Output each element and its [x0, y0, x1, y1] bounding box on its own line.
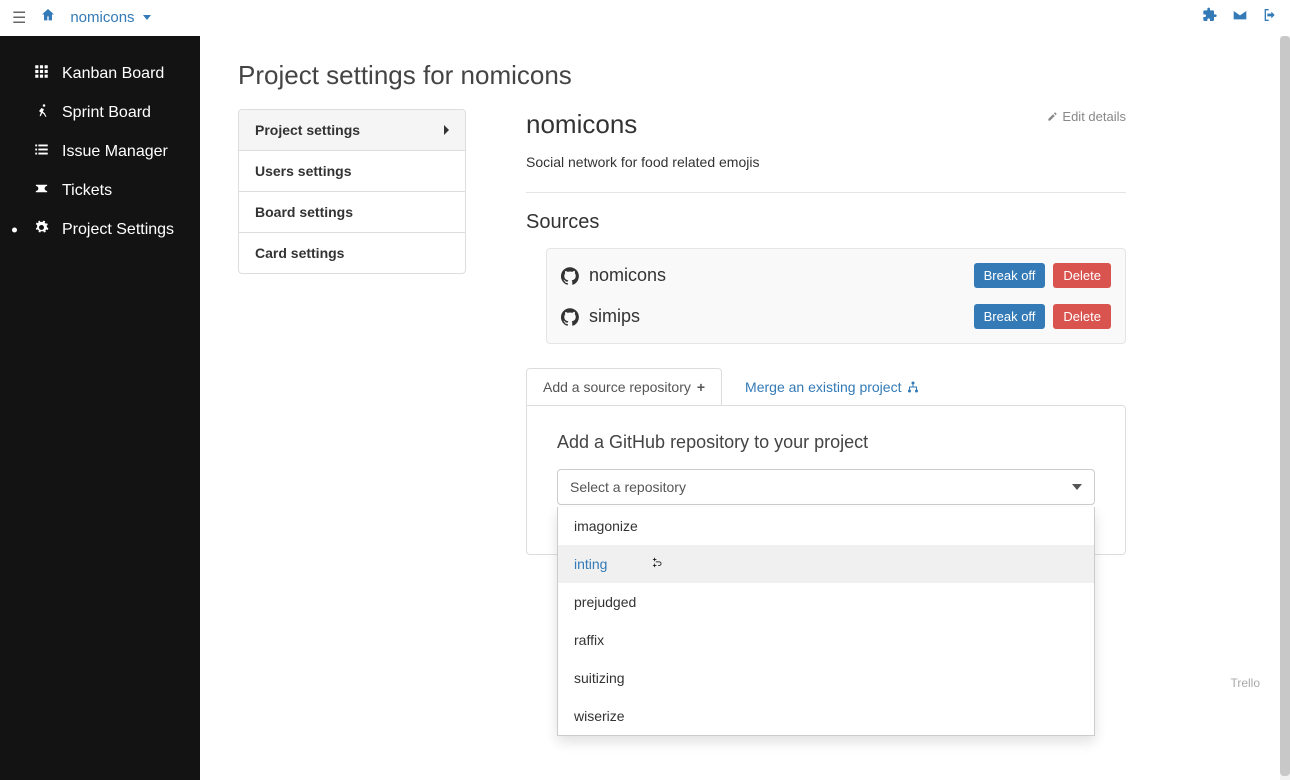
sidebar: Kanban Board Sprint Board Issue Manager …: [0, 36, 200, 780]
runner-icon: [32, 103, 50, 122]
break-off-button[interactable]: Break off: [974, 263, 1046, 288]
option-label: imagonize: [574, 518, 638, 534]
sidebar-label: Kanban Board: [62, 65, 164, 83]
tabbar: Add a source repository + Merge an exist…: [526, 368, 1126, 405]
dropdown-option[interactable]: prejudged: [558, 583, 1094, 621]
chevron-right-icon: [444, 125, 449, 135]
select-placeholder: Select a repository: [570, 479, 686, 495]
add-source-panel: Add a GitHub repository to your project …: [526, 405, 1126, 555]
menu-item-label: Board settings: [255, 204, 353, 220]
details-column: nomicons Edit details Social network for…: [526, 109, 1126, 555]
menu-item-label: Card settings: [255, 245, 344, 261]
content-row: Project settings Users settings Board se…: [238, 109, 1252, 555]
layout: Kanban Board Sprint Board Issue Manager …: [0, 36, 1290, 780]
edit-details-link[interactable]: Edit details: [1047, 109, 1126, 124]
project-name: nomicons: [526, 109, 637, 140]
dropdown-option[interactable]: wiserize: [558, 697, 1094, 735]
source-actions: Break off Delete: [974, 304, 1111, 329]
source-name: nomicons: [589, 265, 666, 286]
sidebar-item-tickets[interactable]: Tickets: [0, 171, 200, 210]
divider: [526, 192, 1126, 193]
source-row: simips Break off Delete: [547, 296, 1125, 337]
github-icon: [561, 308, 579, 326]
settings-menu: Project settings Users settings Board se…: [238, 109, 466, 274]
menu-item-users-settings[interactable]: Users settings: [239, 151, 465, 192]
breadcrumb-label: nomicons: [70, 9, 134, 26]
tab-merge-project[interactable]: Merge an existing project: [728, 368, 936, 405]
menu-item-project-settings[interactable]: Project settings: [239, 110, 465, 151]
source-row: nomicons Break off Delete: [547, 255, 1125, 296]
sidebar-label: Project Settings: [62, 221, 174, 239]
tab-label: Merge an existing project: [745, 379, 901, 395]
chevron-down-icon: [1072, 484, 1082, 490]
option-label: suitizing: [574, 670, 625, 686]
dropdown-option[interactable]: inting: [558, 545, 1094, 583]
sidebar-label: Issue Manager: [62, 143, 168, 161]
source-actions: Break off Delete: [974, 263, 1111, 288]
dropdown-option[interactable]: imagonize: [558, 507, 1094, 545]
menu-item-card-settings[interactable]: Card settings: [239, 233, 465, 273]
option-label: inting: [574, 556, 607, 572]
page-title: Project settings for nomicons: [238, 60, 1252, 91]
pencil-icon: [1047, 111, 1058, 122]
tab-label: Add a source repository: [543, 379, 691, 395]
sidebar-item-project-settings[interactable]: Project Settings: [0, 210, 200, 249]
topbar-left: ☰ nomicons: [12, 7, 151, 28]
repo-select-wrap: Select a repository imagonize inting pre…: [557, 469, 1095, 505]
scrollbar-thumb[interactable]: [1280, 36, 1290, 776]
plus-icon: +: [697, 379, 705, 395]
menu-item-label: Users settings: [255, 163, 351, 179]
menu-item-label: Project settings: [255, 122, 360, 138]
sidebar-item-kanban[interactable]: Kanban Board: [0, 54, 200, 93]
topbar-right: [1202, 7, 1278, 28]
dropdown-option[interactable]: raffix: [558, 621, 1094, 659]
project-breadcrumb[interactable]: nomicons: [70, 9, 150, 26]
menu-item-board-settings[interactable]: Board settings: [239, 192, 465, 233]
option-label: wiserize: [574, 708, 625, 724]
option-label: prejudged: [574, 594, 636, 610]
option-label: raffix: [574, 632, 604, 648]
source-left: nomicons: [561, 265, 666, 286]
scrollbar-track[interactable]: [1280, 36, 1290, 780]
github-icon: [561, 267, 579, 285]
repo-select[interactable]: Select a repository: [557, 469, 1095, 505]
caret-down-icon: [143, 15, 151, 20]
delete-button[interactable]: Delete: [1053, 304, 1111, 329]
project-header: nomicons Edit details: [526, 109, 1126, 140]
panel-heading: Add a GitHub repository to your project: [557, 432, 1095, 453]
list-icon: [32, 142, 50, 161]
topbar: ☰ nomicons: [0, 0, 1290, 36]
sidebar-item-issues[interactable]: Issue Manager: [0, 132, 200, 171]
main: Project settings for nomicons Project se…: [200, 36, 1290, 780]
sidebar-item-sprint[interactable]: Sprint Board: [0, 93, 200, 132]
break-off-button[interactable]: Break off: [974, 304, 1046, 329]
sources-box: nomicons Break off Delete simips: [546, 248, 1126, 344]
project-description: Social network for food related emojis: [526, 154, 1126, 170]
delete-button[interactable]: Delete: [1053, 263, 1111, 288]
mail-icon[interactable]: [1232, 7, 1248, 28]
source-name: simips: [589, 306, 640, 327]
hamburger-icon[interactable]: ☰: [12, 8, 26, 28]
tab-add-source[interactable]: Add a source repository +: [526, 368, 722, 405]
sidebar-label: Sprint Board: [62, 104, 151, 122]
gear-icon: [32, 220, 50, 239]
grid-icon: [32, 64, 50, 83]
logout-icon[interactable]: [1262, 7, 1278, 28]
sitemap-icon: [907, 381, 919, 393]
footer-note: Trello: [1230, 676, 1260, 690]
dropdown-option[interactable]: suitizing: [558, 659, 1094, 697]
puzzle-icon[interactable]: [1202, 7, 1218, 28]
edit-details-label: Edit details: [1062, 109, 1126, 124]
source-left: simips: [561, 306, 640, 327]
cursor-icon: [650, 554, 664, 572]
sidebar-label: Tickets: [62, 182, 112, 200]
sources-heading: Sources: [526, 211, 1126, 234]
home-icon[interactable]: [40, 7, 56, 28]
repo-dropdown: imagonize inting prejudged raffix suitiz…: [557, 507, 1095, 736]
ticket-icon: [32, 181, 50, 200]
